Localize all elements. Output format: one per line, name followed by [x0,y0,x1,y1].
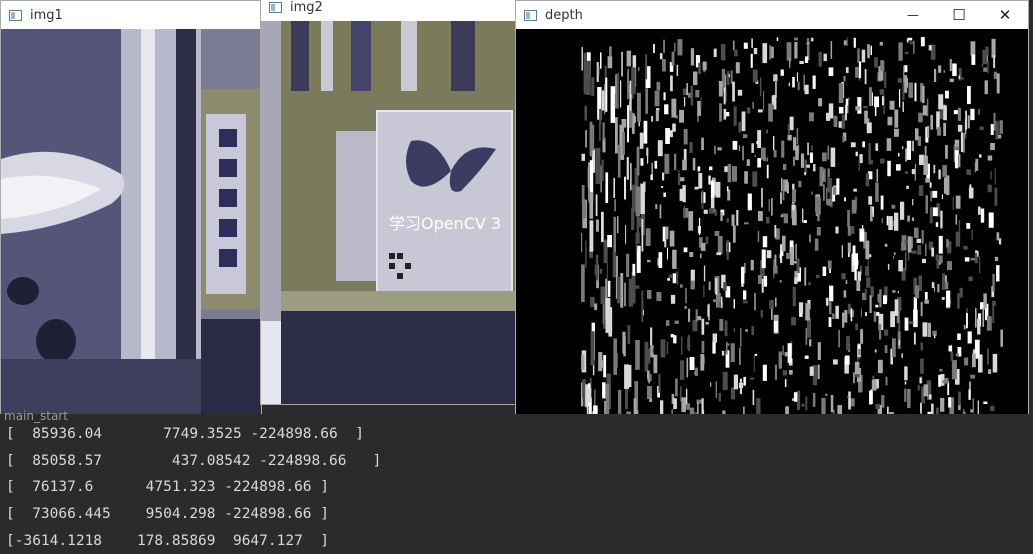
app-window-icon [524,9,537,21]
img1-window[interactable]: img1 [0,0,262,416]
img2-window[interactable]: img2 学习OpenCV 3 [260,0,516,405]
img1-title: img1 [30,7,63,23]
depth-window[interactable]: depth — ☐ ✕ [515,0,1029,416]
maximize-button[interactable]: ☐ [936,1,982,29]
close-button[interactable]: ✕ [982,1,1028,29]
book-title: 学习OpenCV 3 [389,214,501,233]
console-output: main_start [ 85936.04 7749.3525 -224898.… [0,409,1033,554]
app-window-icon [9,9,22,21]
img2-title: img2 [290,0,323,15]
img1-titlebar[interactable]: img1 [1,1,261,29]
img2-image: 学习OpenCV 3 [261,21,515,404]
img2-titlebar[interactable]: img2 [261,0,515,21]
console-line: [ 73066.445 9504.298 -224898.66 ] [6,506,330,522]
console-line: [ 85936.04 7749.3525 -224898.66 ] [6,426,364,442]
minimize-button[interactable]: — [890,1,936,29]
depth-image [516,29,1028,415]
depth-title: depth [545,7,583,23]
console-line: [ 76137.6 4751.323 -224898.66 ] [6,479,330,495]
console-line: [-3614.1218 178.85869 9647.127 ] [6,533,330,549]
console-header: main_start [4,409,68,423]
console-line: [ 85058.57 437.08542 -224898.66 ] [6,453,382,469]
app-window-icon [269,1,282,13]
img1-image [1,29,261,415]
